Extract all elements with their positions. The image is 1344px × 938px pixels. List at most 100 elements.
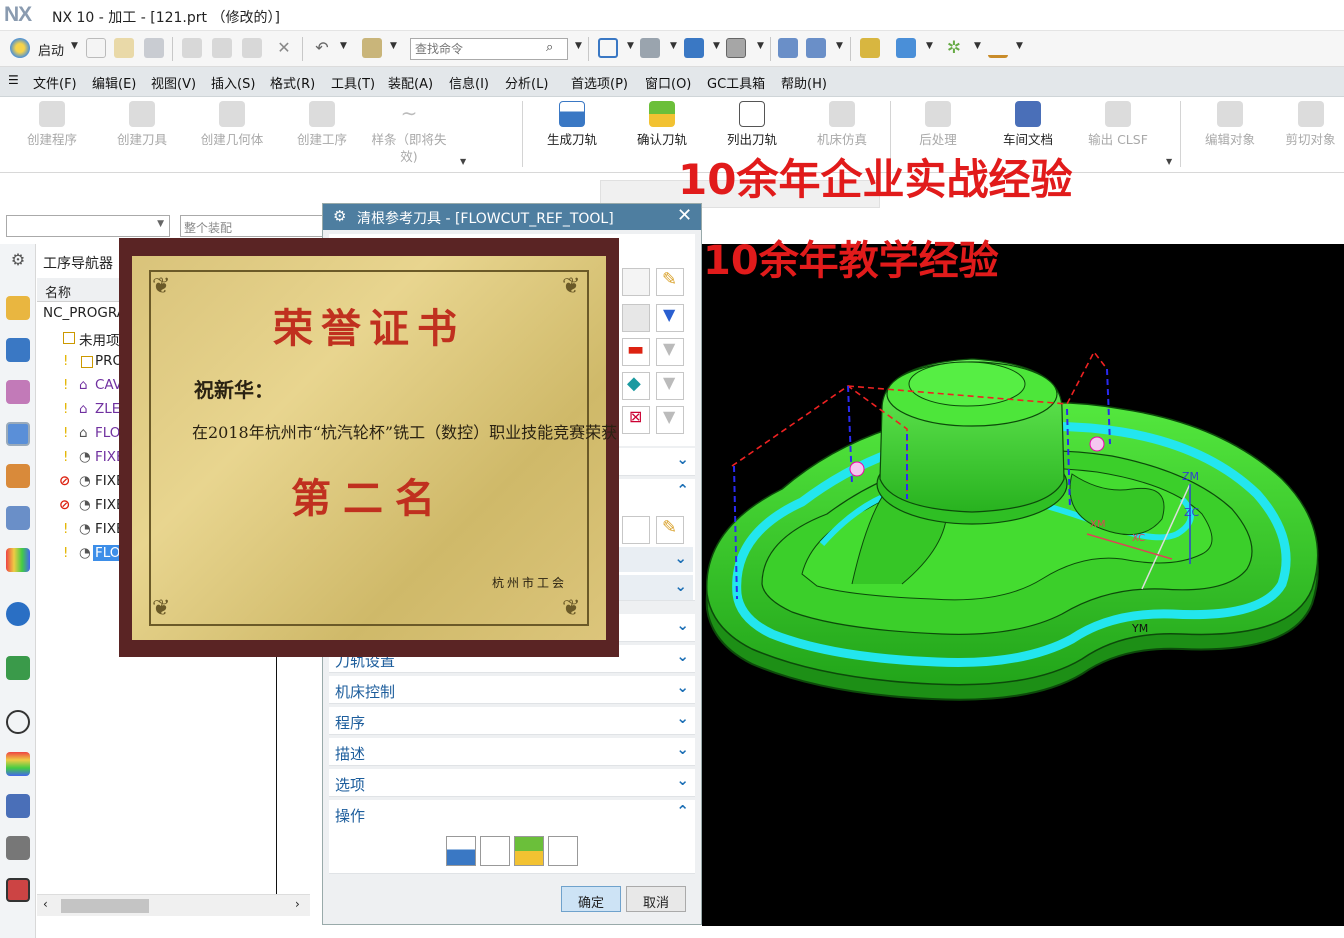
flashlight-icon[interactable]: ▼ [656,406,684,434]
machine-control-section[interactable]: 机床控制 ⌄ [329,676,695,704]
search-input[interactable] [410,38,568,60]
snap-icon[interactable] [896,38,916,58]
menu-file[interactable]: 文件(F) [33,73,77,92]
history-icon[interactable] [6,656,30,680]
menu-toggle-icon[interactable]: ☰ [8,73,19,87]
web-browser-icon[interactable] [6,602,30,626]
assembly-navigator-icon[interactable] [6,296,30,320]
delete-icon[interactable]: ✕ [274,38,294,58]
clip-view-icon[interactable] [806,38,826,58]
specify-part-icon[interactable] [622,268,650,296]
start-dropdown-icon[interactable]: ▼ [71,41,78,51]
search-dropdown-icon[interactable]: ▼ [575,41,582,51]
options-section[interactable]: 选项 ⌄ [329,769,695,797]
subsection-bar[interactable]: ⌄ [613,547,693,572]
edit-object-button[interactable]: 编辑对象 [1187,101,1273,148]
menu-info[interactable]: 信息(I) [449,73,489,92]
flashlight-icon[interactable]: ▼ [656,372,684,400]
menu-insert[interactable]: 插入(S) [211,73,255,92]
list-icon[interactable] [548,836,578,866]
flashlight-icon[interactable]: ▼ [656,304,684,332]
cut-area-icon[interactable]: ▬ [622,338,650,366]
graphics-viewport[interactable]: ZM ZC XM XC YM [702,244,1344,926]
render-style-icon[interactable] [684,38,704,58]
fit-dropdown-icon[interactable]: ▼ [627,41,634,51]
column-name-header[interactable]: 名称 [45,282,71,301]
menu-window[interactable]: 窗口(O) [645,73,691,92]
verify-icon[interactable] [514,836,544,866]
verify-toolpath-button[interactable]: 确认刀轨 [619,101,705,148]
scroll-right-icon[interactable]: › [295,897,300,911]
open-folder-icon[interactable] [114,38,134,58]
view-dropdown-icon[interactable]: ▼ [836,41,843,51]
create-tool-button[interactable]: 创建刀具 [99,101,185,148]
output-clsf-button[interactable]: 输出 CLSF [1075,101,1161,148]
generate-icon[interactable] [446,836,476,866]
clock-icon[interactable] [6,710,30,734]
create-geometry-button[interactable]: 创建几何体 [189,101,275,148]
render-dropdown-icon[interactable]: ▼ [713,41,720,51]
fit-view-icon[interactable] [598,38,618,58]
type-filter-select[interactable]: ▼ [6,215,170,237]
snap-dropdown-icon[interactable]: ▼ [926,41,933,51]
program-section[interactable]: 程序 ⌄ [329,707,695,735]
spline-button[interactable]: ∼ 样条（即将失效) [369,101,449,165]
roles-icon[interactable] [6,878,30,902]
horizontal-scrollbar[interactable]: ‹ › [37,894,310,916]
start-menu-button[interactable]: 启动 [38,40,64,59]
machining-feature-navigator-icon[interactable] [6,506,30,530]
process-studio-icon[interactable] [6,794,30,818]
finder-dropdown-icon[interactable]: ▼ [390,41,397,51]
dialog-title-bar[interactable]: 清根参考刀具 - [FLOWCUT_REF_TOOL] [323,204,701,230]
edit-geometry-icon[interactable]: ✎ [656,268,684,296]
menu-format[interactable]: 格式(R) [270,73,315,92]
menu-gc-toolkit[interactable]: GC工具箱 [707,73,765,92]
ribbon-group-dropdown-icon[interactable]: ▼ [1166,157,1172,166]
measure-icon[interactable] [988,38,1008,58]
menu-help[interactable]: 帮助(H) [781,73,827,92]
trim-boundary-icon[interactable]: ◆ [622,372,650,400]
paste-icon[interactable] [242,38,262,58]
command-finder-icon[interactable] [362,38,382,58]
scroll-left-icon[interactable]: ‹ [43,897,48,911]
cut-icon[interactable] [182,38,202,58]
cancel-button[interactable]: 取消 [626,886,686,912]
menu-analysis[interactable]: 分析(L) [505,73,548,92]
manufacturing-wizard-icon[interactable] [6,836,30,860]
orient-view-icon[interactable] [640,38,660,58]
ok-button[interactable]: 确定 [561,886,621,912]
selection-scope-select[interactable]: 整个装配 [180,215,324,237]
check-body-icon[interactable] [622,304,650,332]
list-toolpath-button[interactable]: 列出刀轨 [709,101,795,148]
ribbon-group-dropdown-icon[interactable]: ▼ [460,157,466,166]
section-view-icon[interactable] [778,38,798,58]
create-operation-button[interactable]: 创建工序 [279,101,365,148]
menu-tools[interactable]: 工具(T) [331,73,375,92]
machine-simulation-button[interactable]: 机床仿真 [799,101,885,148]
shop-documentation-button[interactable]: 车间文档 [985,101,1071,148]
system-materials-icon[interactable] [6,752,30,776]
chevron-up-icon[interactable]: ⌃ [676,481,689,499]
machine-tool-navigator-icon[interactable] [6,464,30,488]
subsection-bar[interactable]: ⌄ [613,575,693,600]
analysis-icon[interactable] [860,38,880,58]
measure-dropdown-icon[interactable]: ▼ [1016,41,1023,51]
exclude-area-icon[interactable]: ⊠ [622,406,650,434]
background-icon[interactable] [726,38,746,58]
save-icon[interactable] [144,38,164,58]
post-process-button[interactable]: 后处理 [895,101,981,148]
copy-icon[interactable] [212,38,232,58]
undo-dropdown-icon[interactable]: ▼ [340,41,347,51]
menu-assembly[interactable]: 装配(A) [388,73,433,92]
menu-preferences[interactable]: 首选项(P) [571,73,628,92]
point-dropdown-icon[interactable]: ▼ [974,41,981,51]
description-section[interactable]: 描述 ⌄ [329,738,695,766]
edit-tool-icon[interactable]: ✎ [656,516,684,544]
chevron-up-icon[interactable]: ⌃ [676,802,689,820]
scrollbar-thumb[interactable] [61,899,149,913]
cut-object-button[interactable]: 剪切对象 [1277,101,1344,148]
generate-toolpath-button[interactable]: 生成刀轨 [529,101,615,148]
part-navigator-icon[interactable] [6,380,30,404]
dialog-settings-icon[interactable]: ⚙ [333,207,346,225]
settings-gear-icon[interactable]: ⚙ [6,250,30,274]
